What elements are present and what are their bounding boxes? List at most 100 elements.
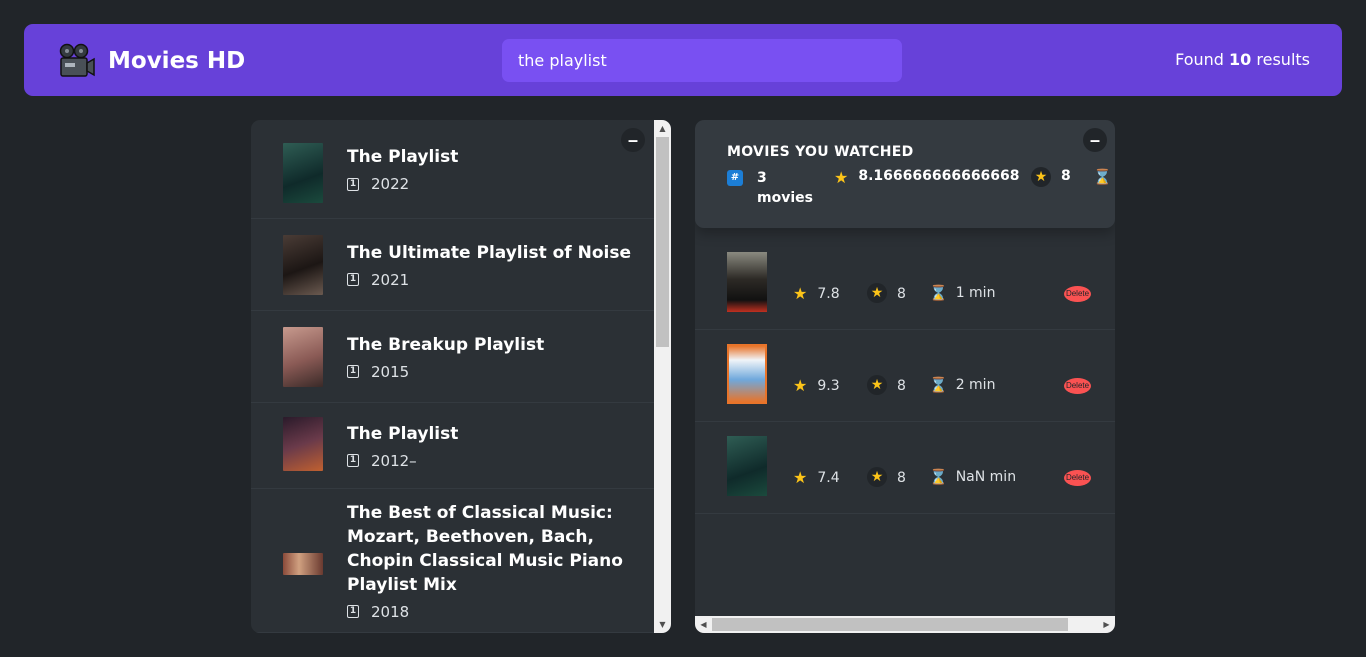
watched-item: ★ 7.4 ★ 8 ⌛ NaN min Delete (695, 422, 1115, 514)
movie-year: 1 2015 (347, 363, 634, 381)
watched-box: MOVIES YOU WATCHED # 3 movies ★ 8.1666666… (695, 120, 1115, 633)
count-value: 3 (757, 170, 767, 186)
movie-title: The Breakup Playlist (347, 334, 545, 355)
movie-poster (283, 327, 323, 387)
delete-button[interactable]: Delete (1064, 286, 1091, 302)
user-star-icon: ★ (867, 283, 887, 303)
calendar-icon: 1 (347, 177, 359, 191)
user-star-icon: ★ (867, 467, 887, 487)
hourglass-icon: ⌛ (929, 284, 948, 302)
runtime-value: 2 min (955, 377, 996, 393)
year-value: 2015 (371, 362, 410, 381)
watched-list: ★ 7.8 ★ 8 ⌛ 1 min Delete ★ 9.3 ★ 8 ⌛ 2 min Del… (695, 238, 1115, 514)
collapse-list-button[interactable]: – (621, 128, 645, 152)
hourglass-icon: ⌛ (929, 468, 948, 486)
search-input[interactable] (502, 39, 902, 82)
calendar-icon: 1 (347, 605, 359, 618)
watched-summary: MOVIES YOU WATCHED # 3 movies ★ 8.1666666… (695, 120, 1115, 228)
watched-item: ★ 7.8 ★ 8 ⌛ 1 min Delete (695, 238, 1115, 330)
summary-title: MOVIES YOU WATCHED (727, 144, 914, 160)
movie-poster (283, 235, 323, 295)
delete-button[interactable]: Delete (1064, 378, 1091, 394)
user-value: 8 (897, 377, 906, 394)
movie-title: The Playlist (347, 147, 459, 167)
scroll-up-icon[interactable]: ▲ (654, 120, 671, 137)
year-value: 2021 (371, 270, 410, 289)
results-number: 10 (1229, 50, 1252, 69)
list-item[interactable]: The Breakup Playlist 1 2015 (251, 311, 654, 403)
results-count: Found 10 results (1175, 50, 1310, 69)
navbar: Movies HD Found 10 results (24, 24, 1342, 96)
movie-year: 1 2012– (347, 452, 634, 470)
user-rating: ★ 8 (867, 467, 906, 487)
movie-poster (727, 252, 767, 312)
summary-stats: # 3 movies ★ 8.166666666666668 ★ 8 ⌛ (727, 167, 1112, 208)
delete-button[interactable]: Delete (1064, 470, 1091, 486)
count-text: 3 movies (757, 168, 813, 208)
user-rating: ★ 8 (867, 283, 906, 303)
logo: Movies HD (58, 42, 245, 80)
list-item[interactable]: The Playlist 1 2022 (251, 120, 654, 219)
user-rating: ★ 8 (867, 375, 906, 395)
runtime: ⌛ NaN min (929, 468, 1016, 486)
scrollbar-thumb[interactable] (712, 618, 1068, 631)
horizontal-scrollbar[interactable]: ◀ ▶ (695, 616, 1115, 633)
list-item[interactable]: The Ultimate Playlist of Noise 1 2021 (251, 219, 654, 311)
collapse-watched-button[interactable]: – (1083, 128, 1107, 152)
user-star-icon: ★ (1031, 167, 1051, 187)
year-value: 2018 (371, 602, 410, 621)
year-value: 2022 (371, 175, 410, 193)
runtime-value: NaN min (955, 469, 1017, 485)
movie-year: 1 2021 (347, 271, 634, 289)
list-item[interactable]: The Best of Classical Music: Mozart, Bee… (251, 489, 654, 633)
stat-runtime: ⌛ (1093, 168, 1112, 186)
movie-poster (283, 553, 323, 575)
user-value: 8 (897, 469, 906, 486)
movie-title: The Best of Classical Music: Mozart, Bee… (347, 502, 623, 595)
movie-year: 1 2022 (347, 175, 634, 193)
stat-user: ★ 8 (1031, 167, 1071, 187)
imdb-value: 7.8 (817, 285, 840, 302)
avg-imdb-rating: 8.166666666666668 (858, 168, 1020, 184)
runtime: ⌛ 2 min (929, 376, 995, 394)
movie-poster (283, 417, 323, 471)
hash-icon: # (727, 170, 743, 186)
stat-imdb: ★ 8.166666666666668 (834, 168, 1020, 187)
movie-list[interactable]: The Playlist 1 2022 The Ultimate Playlist… (251, 120, 654, 633)
movie-poster (727, 436, 767, 496)
results-prefix: Found (1175, 50, 1230, 69)
app-title: Movies HD (108, 48, 246, 74)
count-unit: movies (757, 190, 813, 206)
movie-poster (283, 143, 323, 203)
scroll-left-icon[interactable]: ◀ (695, 616, 712, 633)
imdb-rating: ★ 7.4 (793, 468, 840, 487)
scroll-down-icon[interactable]: ▼ (654, 616, 671, 633)
star-icon: ★ (834, 168, 849, 187)
star-icon: ★ (793, 468, 808, 487)
list-item[interactable]: The Playlist 1 2012– (251, 403, 654, 489)
scrollbar-thumb[interactable] (656, 137, 669, 347)
watched-item: ★ 9.3 ★ 8 ⌛ 2 min Delete (695, 330, 1115, 422)
movie-year: 1 2018 (347, 603, 634, 621)
vertical-scrollbar[interactable]: ▲ ▼ (654, 120, 671, 633)
user-value: 8 (897, 285, 906, 302)
calendar-icon: 1 (347, 454, 359, 467)
user-star-icon: ★ (867, 375, 887, 395)
scroll-right-icon[interactable]: ▶ (1098, 616, 1115, 633)
imdb-value: 7.4 (817, 469, 840, 486)
calendar-icon: 1 (347, 365, 359, 378)
hourglass-icon: ⌛ (1093, 168, 1112, 186)
runtime: ⌛ 1 min (929, 284, 995, 302)
calendar-icon: 1 (347, 273, 359, 286)
movie-camera-icon (58, 42, 96, 80)
runtime-value: 1 min (955, 285, 996, 301)
imdb-rating: ★ 9.3 (793, 376, 840, 395)
search-results-box: The Playlist 1 2022 The Ultimate Playlist… (251, 120, 671, 633)
movie-poster (727, 344, 767, 404)
stat-count: # 3 movies (727, 168, 813, 208)
star-icon: ★ (793, 376, 808, 395)
imdb-rating: ★ 7.8 (793, 284, 840, 303)
avg-user-rating: 8 (1061, 168, 1071, 184)
star-icon: ★ (793, 284, 808, 303)
movie-title: The Ultimate Playlist of Noise (347, 242, 632, 263)
